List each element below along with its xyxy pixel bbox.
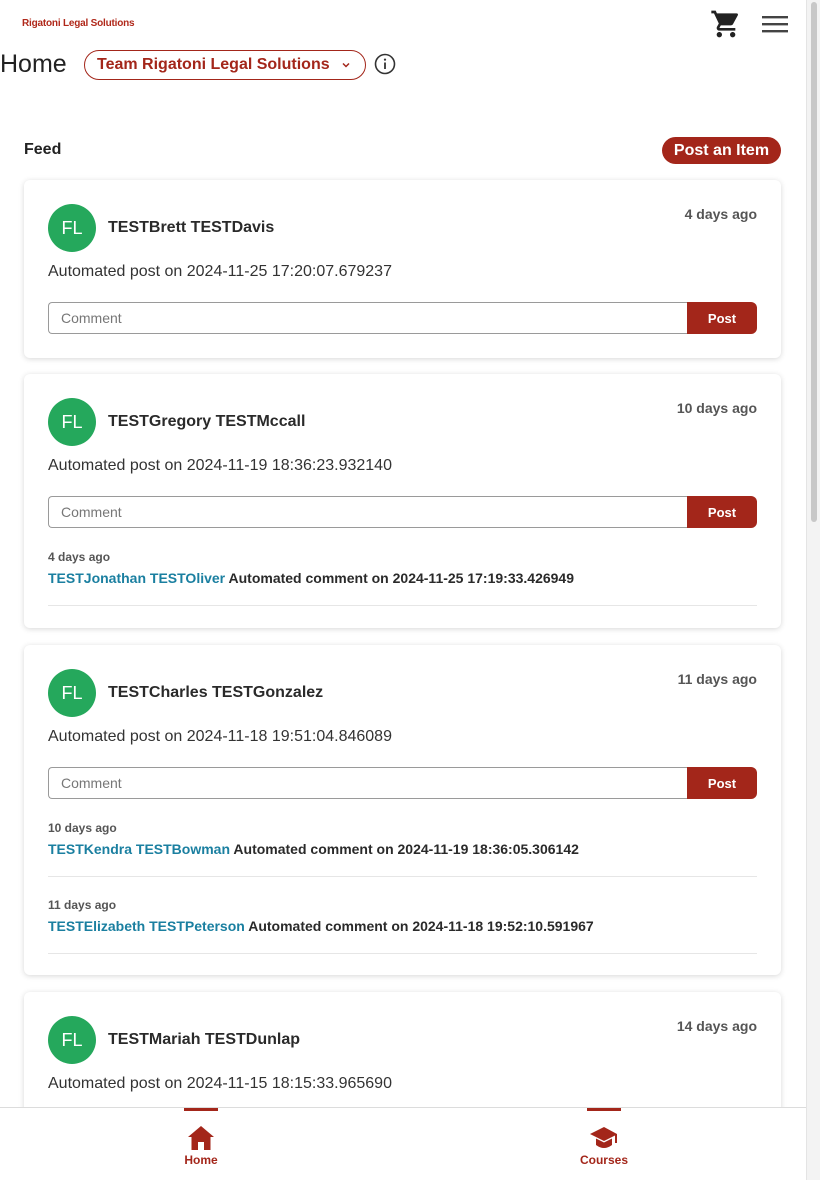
bottom-navigation: Home Courses	[0, 1107, 806, 1180]
post-timestamp: 14 days ago	[676, 1018, 757, 1034]
app-window: Rigatoni Legal Solutions Home Team Rigat…	[0, 0, 806, 1180]
comment-item: 4 days ago TESTJonathan TESTOliver Autom…	[48, 550, 757, 606]
team-selector-label: Team Rigatoni Legal Solutions	[97, 56, 330, 73]
nav-label-courses: Courses	[579, 1153, 629, 1167]
avatar: FL	[48, 1016, 96, 1064]
comment-form: Post	[48, 767, 757, 799]
active-indicator	[587, 1108, 621, 1111]
post-an-item-button[interactable]: Post an Item	[662, 137, 781, 164]
comment-input[interactable]	[48, 767, 688, 799]
post-author: TESTGregory TESTMccall	[108, 413, 306, 430]
comment-form: Post	[48, 302, 757, 334]
shopping-cart-icon[interactable]	[710, 8, 742, 40]
page-title: Home	[0, 50, 67, 78]
nav-item-courses[interactable]: Courses	[564, 1108, 644, 1180]
comment-line: TESTJonathan TESTOliver Automated commen…	[48, 570, 574, 586]
avatar: FL	[48, 204, 96, 252]
comment-author-link[interactable]: TESTElizabeth TESTPeterson	[48, 918, 245, 934]
post-comment-button[interactable]: Post	[687, 767, 757, 799]
avatar: FL	[48, 669, 96, 717]
chevron-down-icon	[342, 62, 350, 68]
team-selector-dropdown[interactable]: Team Rigatoni Legal Solutions	[84, 50, 366, 80]
comment-timestamp: 11 days ago	[48, 898, 117, 912]
comment-line: TESTElizabeth TESTPeterson Automated com…	[48, 918, 594, 934]
post-timestamp: 10 days ago	[676, 400, 757, 416]
post-body: Automated post on 2024-11-15 18:15:33.96…	[48, 1075, 392, 1092]
company-logo[interactable]: Rigatoni Legal Solutions	[22, 18, 135, 29]
comment-item: 10 days ago TESTKendra TESTBowman Automa…	[48, 821, 757, 877]
feed-post-card: FL TESTBrett TESTDavis 4 days ago Automa…	[24, 180, 781, 358]
post-timestamp: 11 days ago	[677, 671, 757, 687]
vertical-scrollbar[interactable]	[806, 0, 820, 1180]
post-author: TESTBrett TESTDavis	[108, 219, 275, 236]
top-bar: Rigatoni Legal Solutions	[0, 0, 806, 46]
comment-item: 11 days ago TESTElizabeth TESTPeterson A…	[48, 898, 757, 954]
avatar: FL	[48, 398, 96, 446]
comment-text: Automated comment on 2024-11-25 17:19:33…	[228, 570, 575, 586]
post-body: Automated post on 2024-11-19 18:36:23.93…	[48, 457, 392, 474]
comment-form: Post	[48, 496, 757, 528]
comment-author-link[interactable]: TESTJonathan TESTOliver	[48, 570, 225, 586]
post-body: Automated post on 2024-11-25 17:20:07.67…	[48, 263, 392, 280]
feed-heading: Feed	[24, 141, 62, 158]
post-body: Automated post on 2024-11-18 19:51:04.84…	[48, 728, 392, 745]
post-timestamp: 4 days ago	[684, 206, 757, 222]
graduation-cap-icon	[590, 1127, 617, 1148]
feed-post-card: FL TESTCharles TESTGonzalez 11 days ago …	[24, 645, 781, 975]
comment-timestamp: 4 days ago	[48, 550, 111, 564]
active-indicator	[184, 1108, 218, 1111]
post-comment-button[interactable]: Post	[687, 496, 757, 528]
comment-input[interactable]	[48, 496, 688, 528]
info-icon[interactable]	[374, 53, 396, 75]
hamburger-menu-icon[interactable]	[760, 10, 790, 38]
comment-author-link[interactable]: TESTKendra TESTBowman	[48, 841, 230, 857]
feed-post-card: FL TESTGregory TESTMccall 10 days ago Au…	[24, 374, 781, 628]
comment-timestamp: 10 days ago	[48, 821, 117, 835]
comment-line: TESTKendra TESTBowman Automated comment …	[48, 841, 579, 857]
nav-label-home: Home	[184, 1153, 218, 1167]
comment-text: Automated comment on 2024-11-18 19:52:10…	[248, 918, 594, 934]
post-author: TESTCharles TESTGonzalez	[108, 684, 324, 701]
comment-input[interactable]	[48, 302, 688, 334]
post-author: TESTMariah TESTDunlap	[108, 1031, 301, 1048]
nav-item-home[interactable]: Home	[161, 1108, 241, 1180]
scrollbar-thumb[interactable]	[811, 2, 817, 522]
post-comment-button[interactable]: Post	[687, 302, 757, 334]
home-icon	[188, 1126, 214, 1150]
comment-text: Automated comment on 2024-11-19 18:36:05…	[233, 841, 579, 857]
